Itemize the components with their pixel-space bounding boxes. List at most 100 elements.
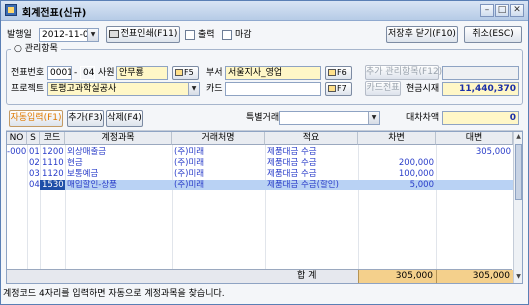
close-checkbox[interactable]: [222, 30, 232, 40]
cell-client: (주)미래: [174, 169, 205, 179]
chevron-down-icon: ▼: [368, 112, 379, 124]
total-credit: 305,000: [436, 270, 513, 283]
dept-label: 부서: [206, 68, 223, 78]
special-trade-label: 특별거래: [246, 113, 280, 123]
card-f7-button[interactable]: F7: [325, 82, 352, 96]
title-bar: 회계전표(신규) – □ ✕: [1, 1, 528, 21]
cell-code: 1120: [42, 169, 64, 179]
special-trade-select[interactable]: ▼: [279, 111, 380, 125]
cell-s: 04: [29, 180, 40, 190]
cell-account: 외상매출금: [67, 147, 107, 157]
print-voucher-button[interactable]: 전표인쇄(F11): [106, 26, 180, 43]
save-close-button[interactable]: 저장후 닫기(F10): [386, 26, 458, 43]
cell-account: 현금: [67, 158, 83, 168]
total-debit: 305,000: [358, 270, 436, 283]
print-voucher-label: 전표인쇄(F11): [120, 29, 178, 39]
cell-s: 01: [29, 147, 40, 157]
cell-no: [7, 158, 27, 168]
add-mgmt-item-button[interactable]: 추가 관리항목(F12): [365, 65, 442, 80]
header-memo[interactable]: 적요: [265, 132, 358, 145]
header-no[interactable]: NO: [7, 132, 27, 145]
cell-code-selected[interactable]: 1530: [40, 180, 65, 190]
cell-code: 1200: [42, 147, 64, 157]
chevron-down-icon: ▼: [87, 29, 98, 41]
cell-memo: 제품대금 수금(할인): [265, 180, 358, 190]
cell-credit: [436, 169, 513, 179]
card-label: 카드: [206, 84, 223, 94]
auto-entry-button[interactable]: 자동입력(F1): [9, 110, 63, 127]
printer-icon: [108, 29, 119, 38]
close-label: 마감: [235, 30, 252, 40]
lookup-icon: [328, 69, 336, 76]
cell-credit: [436, 180, 513, 190]
employee-f5-button[interactable]: F5: [172, 66, 199, 80]
cell-no: -0001: [7, 147, 27, 157]
add-mgmt-item-field[interactable]: [442, 66, 519, 80]
cell-account: 매입할인-상품: [65, 180, 172, 190]
close-window-button[interactable]: ✕: [510, 4, 524, 17]
cell-memo: 제품대금 수금: [267, 158, 317, 168]
cell-debit: 100,000: [398, 169, 434, 179]
cell-debit: 5,000: [358, 180, 436, 190]
cell-code: 1110: [42, 158, 64, 168]
issue-date-select[interactable]: 2012-11-09 ▼: [39, 28, 99, 42]
output-label: 출력: [198, 30, 215, 40]
minimize-button[interactable]: –: [480, 4, 494, 17]
employee-field[interactable]: 안무룡: [116, 66, 168, 80]
date-label: 발행일: [7, 30, 32, 40]
header-client[interactable]: 거래처명: [172, 132, 265, 145]
voucher-no-label: 전표번호: [11, 68, 45, 78]
cell-client: (주)미래: [174, 147, 205, 157]
delete-row-button[interactable]: 삭제(F4): [106, 110, 143, 127]
voucher-no-a-field[interactable]: 0001: [47, 66, 72, 80]
header-code[interactable]: 코드: [40, 132, 65, 145]
scroll-thumb[interactable]: [515, 144, 522, 200]
table-row[interactable]: 04 1530 매입할인-상품 (주)미래 제품대금 수금(할인) 5,000: [7, 180, 513, 190]
maximize-button[interactable]: □: [495, 4, 509, 17]
output-checkbox[interactable]: [185, 30, 195, 40]
header-debit[interactable]: 차변: [358, 132, 436, 145]
cell-debit: [358, 147, 436, 157]
project-value: 토평고과학실공사: [50, 84, 117, 94]
cash-field: 11,440,370: [442, 82, 519, 96]
cell-s: 03: [29, 169, 40, 179]
total-label: 합 계: [297, 271, 317, 281]
lookup-icon: [175, 69, 183, 76]
header-account[interactable]: 계정과목: [65, 132, 172, 145]
add-row-button[interactable]: 추가(F3): [67, 110, 104, 127]
dept-field[interactable]: 서울지사_영업: [225, 66, 321, 80]
table-row[interactable]: -0001 01 1200 외상매출금 (주)미래 제품대금 수금 305,00…: [7, 147, 512, 157]
voucher-window: 회계전표(신규) – □ ✕ 발행일 2012-11-09 ▼ 전표인쇄(F11…: [0, 0, 529, 305]
dept-f6-button[interactable]: F6: [325, 66, 352, 80]
cash-label: 현금시재: [406, 84, 440, 94]
management-group-title: ○ 관리항목: [11, 44, 61, 55]
card-field[interactable]: [225, 82, 321, 96]
cell-no: [7, 180, 27, 190]
card-voucher-button[interactable]: 카드전표: [365, 81, 401, 96]
cell-credit: 305,000: [475, 147, 511, 157]
app-icon: [5, 4, 17, 16]
table-row[interactable]: 03 1120 보통예금 (주)미래 제품대금 수금 100,000: [7, 169, 512, 179]
voucher-no-b-field[interactable]: 04: [80, 66, 95, 80]
cell-account: 보통예금: [67, 169, 99, 179]
scroll-up-icon[interactable]: ▲: [514, 132, 522, 142]
header-credit[interactable]: 대변: [436, 132, 513, 145]
cancel-button[interactable]: 취소(ESC): [464, 26, 522, 43]
cell-s: 02: [29, 158, 40, 168]
total-row: 합 계 305,000 305,000: [7, 269, 513, 283]
f6-label: F6: [337, 68, 347, 77]
cell-credit: [436, 158, 513, 168]
employee-label: 사원: [98, 68, 115, 78]
cell-memo: 제품대금 수금: [267, 147, 317, 157]
journal-grid[interactable]: NO S 코드 계정과목 거래처명 적요 차변 대변 -0001 01 1200…: [6, 131, 523, 284]
table-row[interactable]: 02 1110 현금 (주)미래 제품대금 수금 200,000: [7, 158, 512, 168]
cell-memo: 제품대금 수금: [267, 169, 317, 179]
cell-debit: 200,000: [398, 158, 434, 168]
header-s[interactable]: S: [27, 132, 40, 145]
scroll-down-icon[interactable]: ▼: [514, 272, 522, 282]
project-select[interactable]: 토평고과학실공사 ▼: [47, 82, 200, 96]
grid-vertical-scrollbar[interactable]: ▲ ▼: [513, 132, 522, 283]
lookup-icon: [328, 85, 336, 92]
balance-label: 대차차액: [406, 113, 440, 123]
voucher-dash: -: [74, 68, 78, 78]
